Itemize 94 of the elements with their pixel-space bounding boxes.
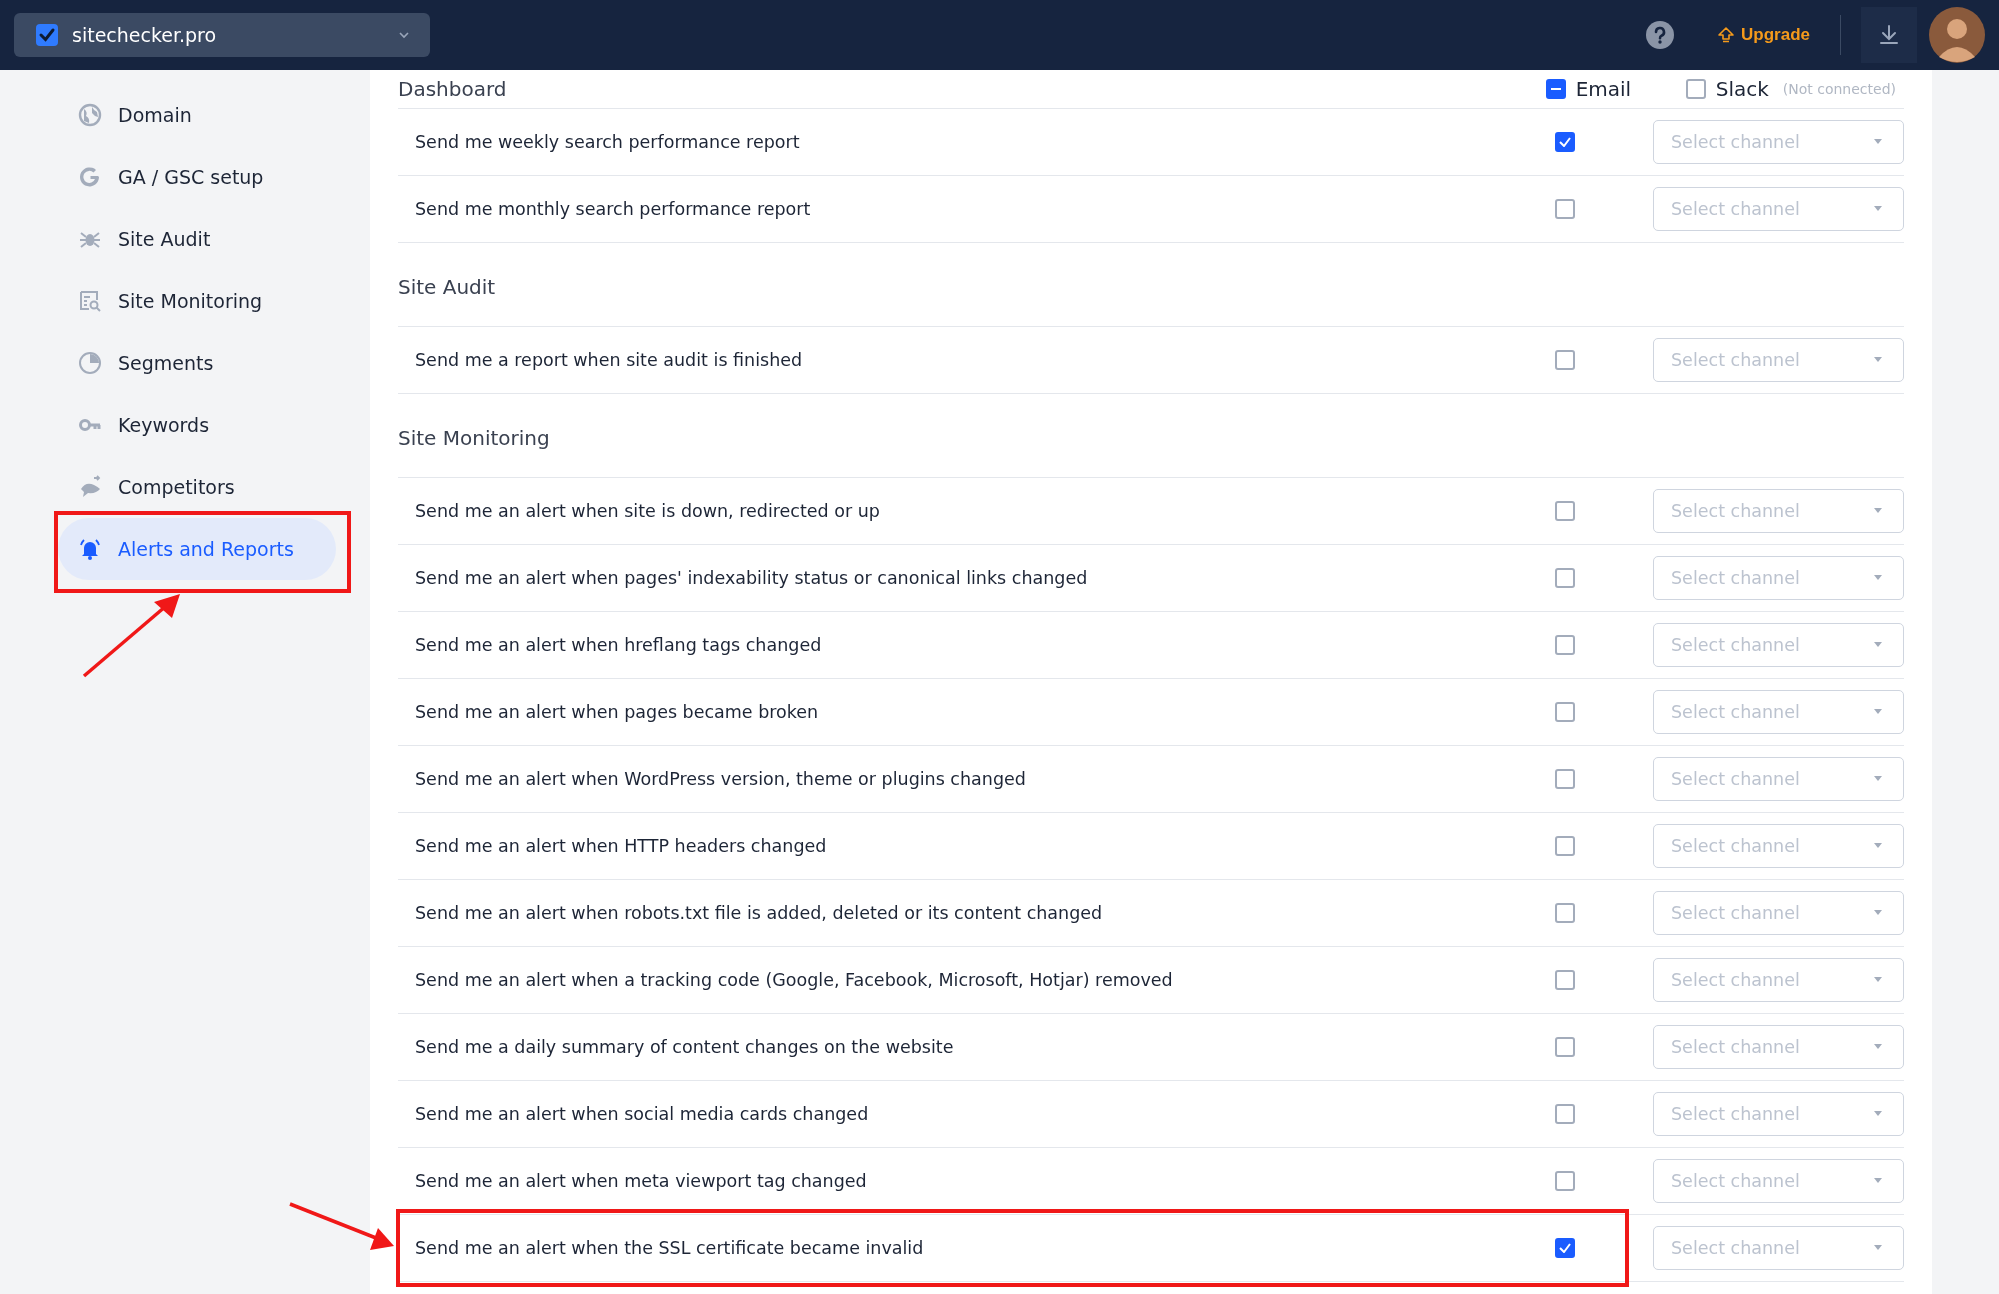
connection-note: (Not connected) bbox=[1782, 81, 1896, 97]
channel-select[interactable]: Select channel bbox=[1653, 1159, 1904, 1203]
avatar[interactable] bbox=[1929, 7, 1985, 63]
checkbox[interactable] bbox=[1555, 769, 1575, 789]
caret-icon bbox=[1873, 357, 1883, 363]
caret-icon bbox=[1873, 843, 1883, 849]
setting-label: Send me an alert when pages' indexability status or canonical links changed bbox=[414, 568, 1089, 588]
setting-label: Send me an alert when site is down, redirected or up bbox=[414, 501, 881, 521]
arrow-up-icon bbox=[1717, 26, 1736, 44]
help-icon[interactable] bbox=[1645, 20, 1676, 50]
globe-icon bbox=[78, 103, 102, 127]
checkbox[interactable] bbox=[1555, 199, 1575, 219]
caret-icon bbox=[1873, 776, 1883, 782]
channel-select[interactable]: Select channel bbox=[1653, 623, 1904, 667]
sidebar-item[interactable]: Site Monitoring bbox=[58, 270, 336, 332]
channel-select[interactable]: Select channel bbox=[1653, 1092, 1904, 1136]
setting-label: Send me monthly search performance report bbox=[414, 199, 812, 219]
caret-icon bbox=[1873, 1178, 1883, 1184]
setting-label: Send me an alert when robots.txt file is added, deleted or its content changed bbox=[414, 903, 1104, 923]
caret-icon bbox=[1873, 642, 1883, 648]
download-button[interactable] bbox=[1861, 7, 1917, 63]
channel-select[interactable]: Select channel bbox=[1653, 891, 1904, 935]
column-label: Slack bbox=[1715, 77, 1769, 101]
setting-label: Send me an alert when WordPress version, theme or plugins changed bbox=[414, 769, 1027, 789]
checkbox[interactable] bbox=[1555, 568, 1575, 588]
setting-label: Send me an alert when a tracking code (Google, Facebook, Microsoft, Hotjar) removed bbox=[414, 970, 1174, 990]
setting-label: Send me a report when site audit is finished bbox=[414, 350, 804, 370]
setting-label: Send me an alert when the SSL certificate became invalid bbox=[414, 1238, 925, 1258]
checkbox[interactable] bbox=[1555, 970, 1575, 990]
caret-icon bbox=[398, 31, 410, 39]
checkbox[interactable] bbox=[1555, 1238, 1575, 1258]
section-title: Site Audit bbox=[398, 274, 496, 299]
section-title: Dashboard bbox=[398, 77, 508, 101]
setting-label: Send me a daily summary of content changes on the website bbox=[414, 1037, 955, 1057]
checkbox[interactable] bbox=[1555, 702, 1575, 722]
channel-select[interactable]: Select channel bbox=[1653, 690, 1904, 734]
channel-select[interactable]: Select channel bbox=[1653, 757, 1904, 801]
sidebar-item[interactable]: Domain bbox=[58, 84, 336, 146]
download-icon bbox=[1878, 24, 1900, 46]
setting-label: Send me weekly search performance report bbox=[414, 132, 801, 152]
checkbox[interactable] bbox=[1545, 79, 1566, 99]
bell-icon bbox=[78, 537, 102, 561]
channel-select[interactable]: Select channel bbox=[1653, 1226, 1904, 1270]
caret-icon bbox=[1873, 508, 1883, 514]
caret-icon bbox=[1873, 910, 1883, 916]
setting-label: Send me an alert when hreflang tags changed bbox=[414, 635, 823, 655]
minus-icon bbox=[1550, 87, 1561, 91]
setting-label: Send me an alert when pages became broken bbox=[414, 702, 820, 722]
channel-select[interactable]: Select channel bbox=[1653, 120, 1904, 164]
sidebar-item[interactable]: Site Audit bbox=[58, 208, 336, 270]
channel-select[interactable]: Select channel bbox=[1653, 489, 1904, 533]
setting-label: Send me an alert when meta viewport tag changed bbox=[414, 1171, 868, 1191]
sidebar-item[interactable]: Competitors bbox=[58, 456, 336, 518]
logo-icon bbox=[36, 24, 58, 46]
sidebar-item[interactable]: Keywords bbox=[58, 394, 336, 456]
column-label: Email bbox=[1575, 77, 1632, 101]
sidebar-item[interactable]: GA / GSC setup bbox=[58, 146, 336, 208]
checkbox[interactable] bbox=[1555, 635, 1575, 655]
section-title: Site Monitoring bbox=[398, 425, 550, 450]
checkbox[interactable] bbox=[1555, 501, 1575, 521]
channel-select[interactable]: Select channel bbox=[1653, 338, 1904, 382]
checkbox[interactable] bbox=[1555, 903, 1575, 923]
site-selector[interactable]: sitechecker.pro bbox=[14, 13, 430, 57]
checkbox[interactable] bbox=[1555, 350, 1575, 370]
caret-icon bbox=[1873, 575, 1883, 581]
channel-select[interactable]: Select channel bbox=[1653, 187, 1904, 231]
monitor-search-icon bbox=[78, 289, 102, 313]
channel-select[interactable]: Select channel bbox=[1653, 958, 1904, 1002]
caret-icon bbox=[1873, 1111, 1883, 1117]
checkbox[interactable] bbox=[1555, 132, 1575, 152]
caret-icon bbox=[1873, 709, 1883, 715]
checkbox[interactable] bbox=[1555, 1037, 1575, 1057]
check-icon bbox=[1559, 1243, 1571, 1253]
setting-label: Send me an alert when social media cards changed bbox=[414, 1104, 870, 1124]
checkbox[interactable] bbox=[1555, 1171, 1575, 1191]
channel-select[interactable]: Select channel bbox=[1653, 1025, 1904, 1069]
checkbox[interactable] bbox=[1555, 836, 1575, 856]
caret-icon bbox=[1873, 206, 1883, 212]
sidebar-item[interactable]: Segments bbox=[58, 332, 336, 394]
upgrade-button[interactable]: Upgrade bbox=[1711, 21, 1816, 49]
pie-chart-icon bbox=[78, 351, 102, 375]
channel-select[interactable]: Select channel bbox=[1653, 824, 1904, 868]
caret-icon bbox=[1873, 139, 1883, 145]
setting-label: Send me an alert when HTTP headers changed bbox=[414, 836, 828, 856]
checkbox[interactable] bbox=[1685, 79, 1706, 99]
caret-icon bbox=[1873, 977, 1883, 983]
caret-icon bbox=[1873, 1245, 1883, 1251]
caret-icon bbox=[1873, 1044, 1883, 1050]
fish-icon bbox=[78, 475, 102, 499]
sidebar-item[interactable]: Alerts and Reports bbox=[58, 518, 336, 580]
channel-select[interactable]: Select channel bbox=[1653, 556, 1904, 600]
checkbox[interactable] bbox=[1555, 1104, 1575, 1124]
check-icon bbox=[1559, 137, 1571, 147]
google-g-icon bbox=[78, 165, 102, 189]
